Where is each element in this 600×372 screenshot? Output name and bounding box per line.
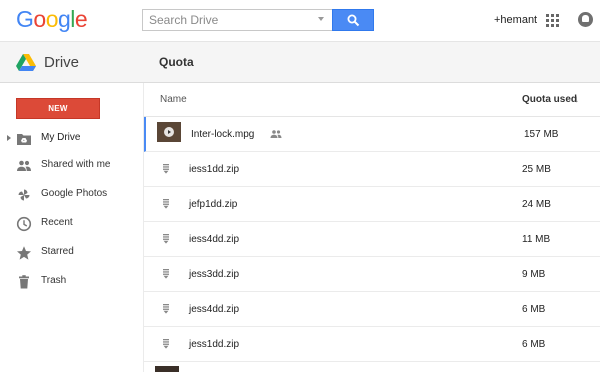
file-size: 24 MB bbox=[522, 199, 551, 210]
search-button[interactable] bbox=[332, 9, 374, 31]
table-row[interactable]: iess1dd.zip 25 MB bbox=[144, 152, 600, 187]
sidebar-item-label: Shared with me bbox=[41, 159, 111, 170]
zip-file-icon bbox=[163, 304, 169, 314]
sidebar-item-recent[interactable]: Recent bbox=[0, 211, 143, 237]
drive-header-bar: Drive Quota bbox=[0, 41, 600, 83]
sidebar-item-label: Trash bbox=[41, 275, 67, 286]
zip-file-icon bbox=[163, 269, 169, 279]
column-header-name[interactable]: Name bbox=[160, 94, 187, 105]
file-name: Inter-lock.mpg bbox=[191, 129, 255, 140]
star-icon bbox=[17, 246, 31, 260]
sidebar-item-shared-with-me[interactable]: Shared with me bbox=[0, 153, 143, 179]
table-row[interactable]: jess3dd.zip 9 MB bbox=[144, 257, 600, 292]
video-thumbnail bbox=[157, 122, 181, 142]
file-name: jess1dd.zip bbox=[189, 339, 240, 350]
folder-drive-icon bbox=[17, 134, 31, 145]
sidebar-item-label: Google Photos bbox=[41, 188, 108, 199]
sidebar-item-starred[interactable]: Starred bbox=[0, 240, 143, 266]
sidebar-item-my-drive[interactable]: My Drive bbox=[0, 126, 143, 152]
search-input[interactable] bbox=[142, 9, 332, 31]
table-row[interactable]: Inter-lock.mpg 157 MB bbox=[144, 117, 600, 152]
file-size: 9 MB bbox=[522, 269, 546, 280]
sort-descending-arrow-icon[interactable]: ↓ bbox=[574, 94, 579, 105]
sidebar-item-label: Starred bbox=[41, 246, 74, 257]
file-list: Name Quota used ↓ Inter-lock.mpg 157 MB … bbox=[143, 83, 600, 372]
video-thumbnail bbox=[155, 366, 179, 372]
zip-file-icon bbox=[163, 199, 169, 209]
user-account-link[interactable]: +hemant bbox=[494, 14, 537, 26]
sidebar-item-google-photos[interactable]: Google Photos bbox=[0, 182, 143, 208]
page-title: Quota bbox=[159, 55, 194, 69]
table-row[interactable]: jess4dd.zip 6 MB bbox=[144, 292, 600, 327]
sidebar-item-label: My Drive bbox=[41, 132, 81, 143]
file-name: iess1dd.zip bbox=[189, 164, 240, 175]
notifications-bell-icon[interactable] bbox=[578, 12, 593, 27]
expand-arrow-icon[interactable] bbox=[7, 135, 11, 141]
sidebar-item-trash[interactable]: Trash bbox=[0, 269, 143, 295]
trash-icon bbox=[19, 275, 29, 289]
column-header-quota-used[interactable]: Quota used bbox=[522, 94, 577, 105]
zip-file-icon bbox=[163, 339, 169, 349]
sidebar-item-label: Recent bbox=[41, 217, 73, 228]
logo-letter: o bbox=[45, 6, 59, 32]
play-icon bbox=[164, 127, 174, 137]
clock-icon bbox=[16, 216, 32, 232]
file-name: jess4dd.zip bbox=[189, 304, 240, 315]
file-size: 11 MB bbox=[522, 234, 551, 245]
logo-letter: g bbox=[57, 6, 71, 32]
google-logo[interactable]: Google bbox=[16, 6, 88, 33]
drive-logo-icon[interactable] bbox=[16, 54, 36, 72]
table-row[interactable]: iess4dd.zip 11 MB bbox=[144, 222, 600, 257]
search-options-chevron-icon[interactable] bbox=[318, 17, 324, 21]
logo-letter: o bbox=[33, 6, 46, 32]
search-icon bbox=[347, 14, 360, 27]
zip-file-icon bbox=[163, 234, 169, 244]
file-size: 6 MB bbox=[522, 304, 546, 315]
column-header-row: Name Quota used ↓ bbox=[144, 83, 600, 117]
file-name: iess4dd.zip bbox=[189, 234, 240, 245]
table-row[interactable]: jess1dd.zip 6 MB bbox=[144, 327, 600, 362]
pinwheel-icon bbox=[18, 189, 30, 201]
product-title[interactable]: Drive bbox=[44, 54, 79, 71]
apps-grid-icon[interactable] bbox=[546, 14, 559, 27]
search-box bbox=[142, 9, 374, 31]
file-name: jess3dd.zip bbox=[189, 269, 240, 280]
file-size: 6 MB bbox=[522, 339, 546, 350]
sidebar: NEW My Drive Shared with me Google Photo… bbox=[0, 83, 143, 372]
top-bar: Google +hemant bbox=[0, 0, 600, 41]
table-row[interactable]: jefp1dd.zip 24 MB bbox=[144, 187, 600, 222]
people-icon bbox=[17, 160, 31, 171]
file-size: 25 MB bbox=[522, 164, 551, 175]
shared-people-icon bbox=[270, 130, 282, 138]
file-size: 157 MB bbox=[524, 129, 559, 140]
new-button[interactable]: NEW bbox=[16, 98, 100, 119]
logo-letter: G bbox=[16, 6, 34, 32]
zip-file-icon bbox=[163, 164, 169, 174]
file-name: jefp1dd.zip bbox=[189, 199, 238, 210]
logo-letter: e bbox=[74, 6, 88, 32]
